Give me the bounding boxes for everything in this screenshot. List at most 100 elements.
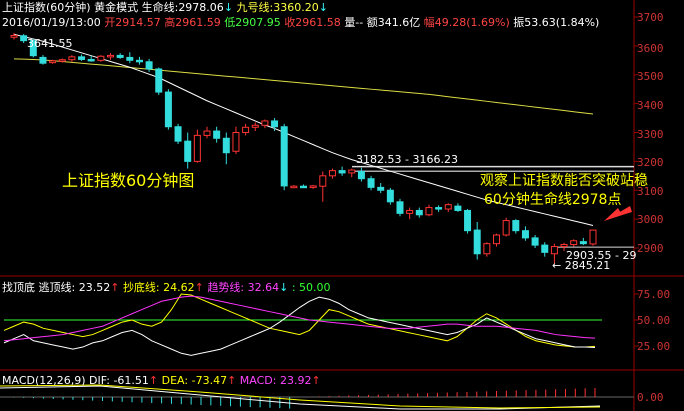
candle-body (348, 169, 356, 174)
candle-body (396, 201, 404, 214)
price-tick: 3000 (637, 213, 664, 226)
macd-label: MACD: (239, 374, 277, 387)
candle-body (174, 126, 182, 142)
candle-body (531, 237, 539, 246)
candle-body (58, 59, 66, 62)
candle-body (164, 91, 172, 128)
candle-body (377, 186, 385, 191)
price-tick: 3200 (637, 156, 664, 169)
mode-label: 黄金模式 (94, 1, 139, 14)
candle-body (386, 189, 394, 203)
candle-body (20, 35, 28, 42)
candle-body (203, 130, 211, 136)
price-tick: 3600 (637, 42, 664, 55)
dea-value: -73.47 (191, 374, 228, 387)
oscillator-tick: 50.00 (637, 314, 671, 327)
candle-body (126, 56, 134, 61)
low-mark: ← 2845.21 (552, 259, 611, 272)
nine-line-label: 九号线: (236, 1, 274, 14)
dif-value: -61.51 (113, 374, 149, 387)
candle-body (464, 209, 472, 232)
ref-label: : (291, 281, 296, 294)
quote-change: 幅49.28(1.69%) (423, 16, 510, 29)
macd-tick: 0.00 (637, 391, 664, 404)
candle-body (242, 126, 250, 133)
escape-line (3, 296, 596, 356)
ref-value: 50.00 (299, 281, 331, 294)
quote-close: 收2961.58 (284, 16, 341, 29)
down-arrow-icon: ↓ (318, 1, 328, 14)
candle-body (39, 56, 47, 64)
note-line-1: 观察上证指数能否突破站稳 (480, 173, 648, 189)
candle-body (222, 137, 230, 154)
candle-body (251, 124, 259, 128)
macd-value: 23.92 (279, 374, 312, 387)
quote-low: 低2907.95 (224, 16, 281, 29)
candle-body (232, 132, 240, 152)
bottom-line (3, 293, 596, 348)
candle-body (454, 205, 462, 211)
quote-volume: 量-- (344, 16, 364, 29)
candle-body (87, 58, 95, 62)
quote-amount: 额341.6亿 (366, 16, 421, 29)
quote-datetime: 2016/01/19/13:00 (2, 16, 101, 29)
candle-body (271, 120, 279, 128)
candle-body (338, 170, 346, 174)
quote-open: 开2914.57 (104, 16, 161, 29)
candle-body (425, 207, 433, 216)
resistance-mark: 3182.53 - 3166.23 (356, 153, 458, 166)
candle-body (319, 175, 327, 187)
candle-body (300, 185, 307, 189)
macd-header: MACD(12,26,9) DIF: -61.51↑ DEA: -73.47↑ … (2, 374, 321, 387)
candle-body (435, 207, 443, 210)
candle-body (512, 220, 520, 232)
candle-body (68, 56, 76, 61)
bottom-value: 24.62 (163, 281, 195, 294)
candle-body (579, 241, 587, 245)
candle-body (550, 246, 558, 255)
up-arrow-icon: ↑ (110, 281, 120, 294)
candle-body (328, 170, 336, 177)
index-title: 上证指数(60分钟) (2, 1, 91, 14)
oscillator-tick: 25.00 (637, 340, 671, 353)
price-tick: 3500 (637, 70, 664, 83)
price-tick: 3700 (637, 11, 664, 24)
up-arrow-icon: ↑ (311, 374, 321, 387)
nine-line (13, 58, 594, 115)
candle-body (97, 55, 105, 61)
oscillator-tick: 75.00 (637, 288, 671, 301)
life-line-label: 生命线: (141, 1, 179, 14)
candle-body (541, 244, 549, 253)
oscillator-header: 找顶底 逃顶线: 23.52↑ 抄底线: 24.62↑ 趋势线: 32.64↓ … (2, 281, 331, 294)
escape-label: 逃顶线: (38, 281, 76, 294)
candle-body (135, 59, 143, 63)
quote-amplitude: 振53.63(1.84%) (513, 16, 600, 29)
trend-value: 32.64 (247, 281, 280, 294)
candle-body (493, 234, 500, 245)
up-arrow-icon: ↑ (148, 374, 159, 387)
price-tick: 3300 (637, 128, 664, 141)
life-line-value: 2978.06 (178, 1, 224, 14)
dif-label: DIF: (89, 374, 110, 387)
candle-body (367, 178, 375, 188)
nine-line-value: 3360.20 (273, 1, 319, 14)
note-line-2: 60分钟生命线2978点 (484, 192, 622, 208)
candle-body (78, 56, 86, 60)
bottom-label: 抄底线: (122, 281, 160, 294)
candle-body (570, 240, 578, 246)
price-tick: 2900 (637, 242, 664, 255)
candle-body (406, 209, 414, 214)
candle-body (357, 170, 365, 180)
candle-body (145, 61, 153, 70)
dea-label: DEA: (161, 374, 189, 387)
candle-body (309, 185, 317, 188)
candle-body (184, 140, 192, 162)
high-mark: 3641.55 (27, 37, 73, 50)
candle-body (261, 120, 269, 126)
candle-body (193, 134, 201, 162)
candle-body (155, 68, 163, 93)
macd-name: MACD(12,26,9) (2, 374, 86, 387)
candle-body (521, 230, 529, 239)
candle-body (116, 54, 124, 58)
quote-row: 2016/01/19/13:00 开2914.57 高2961.59 低2907… (2, 16, 599, 29)
